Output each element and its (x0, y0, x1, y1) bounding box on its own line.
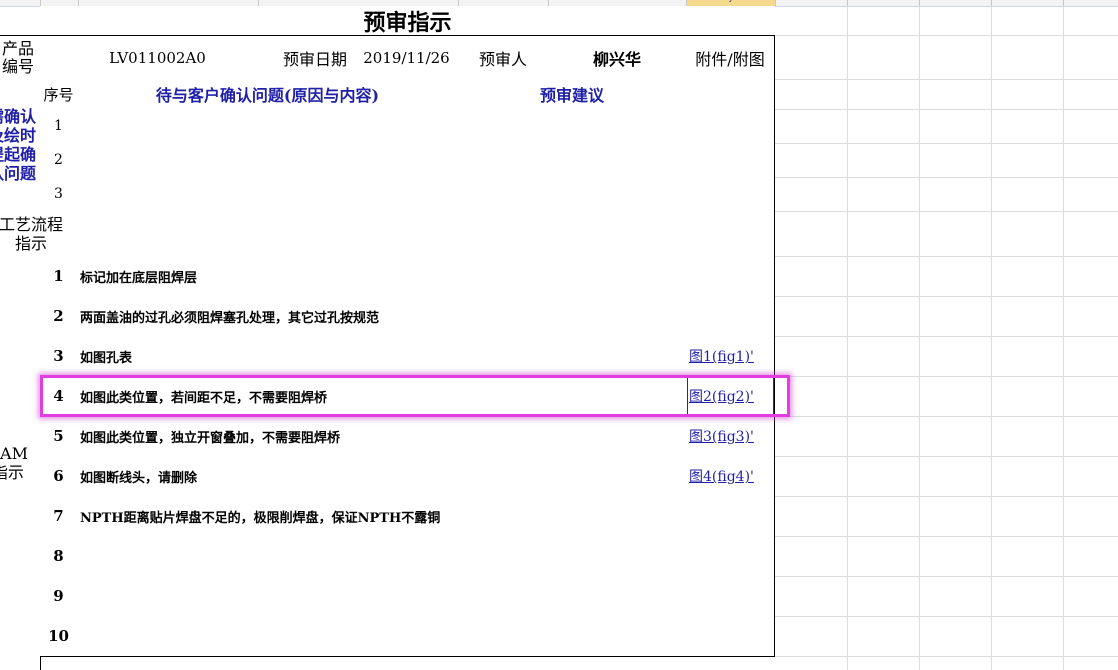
cam-attachment-cell[interactable]: 图2(fig2)' (686, 376, 775, 417)
cam-seq-cell[interactable]: 7 (40, 496, 78, 537)
reviewer-label[interactable]: 预审人 (458, 35, 549, 80)
cam-seq-cell[interactable]: 10 (40, 616, 78, 657)
column-header-d[interactable]: D (40, 0, 78, 5)
confirm-suggestion-cell[interactable] (458, 109, 687, 144)
confirm-section-label[interactable]: 需确认 及绘时 提起确 认问题 (0, 79, 41, 212)
issue-header[interactable]: 待与客户确认问题(原因与内容) (77, 79, 459, 110)
confirm-suggestion-cell[interactable] (458, 177, 687, 212)
figure-link[interactable]: 图2(fig2)' (689, 386, 754, 406)
process-content-cell[interactable] (77, 211, 687, 257)
confirm-seq-cell[interactable]: 1 (40, 109, 78, 144)
seq-header[interactable]: 序号 (40, 79, 78, 110)
column-header-a[interactable]: A (0, 0, 40, 5)
process-attachment-cell[interactable] (686, 211, 775, 257)
attachment-header-cell[interactable] (686, 79, 775, 110)
confirm-suggestion-cell[interactable] (458, 143, 687, 178)
cam-instruction-cell[interactable] (77, 576, 687, 617)
cam-instruction-cell[interactable] (77, 616, 687, 657)
reviewer-value[interactable]: 柳兴华 (548, 35, 687, 80)
cam-instruction-cell[interactable]: 如图此类位置，若间距不足，不需要阻焊桥 (77, 376, 687, 417)
confirm-issue-cell[interactable] (77, 143, 459, 178)
figure-link[interactable]: 图4(fig4)' (689, 466, 754, 486)
product-no-label[interactable]: 产品 编号 (0, 35, 41, 80)
attachment-label[interactable]: 附件/附图 (686, 35, 775, 80)
cam-attachment-cell[interactable] (686, 256, 775, 297)
figure-link[interactable]: 图3(fig3)' (689, 426, 754, 446)
column-header-h[interactable]: H (458, 0, 548, 5)
cam-section-label[interactable]: CAM 指示 (0, 256, 41, 670)
cam-instruction-cell[interactable]: 如图此类位置，独立开窗叠加，不需要阻焊桥 (77, 416, 687, 457)
cam-instruction-cell[interactable]: 如图断线头，请删除 (77, 456, 687, 497)
cam-seq-cell[interactable]: 3 (40, 336, 78, 377)
cam-seq-cell[interactable]: 8 (40, 536, 78, 577)
confirm-seq-cell[interactable]: 3 (40, 177, 78, 212)
cam-attachment-cell[interactable]: 图4(fig4)' (686, 456, 775, 497)
confirm-attachment-cell[interactable] (686, 177, 775, 212)
cam-attachment-cell[interactable] (686, 296, 775, 337)
column-header-l[interactable]: L (847, 0, 919, 5)
cam-instruction-cell[interactable]: NPTH距离贴片焊盘不足的，极限削焊盘，保证NPTH不露铜 (77, 496, 687, 537)
confirm-seq-cell[interactable]: 2 (40, 143, 78, 178)
cam-seq-cell[interactable]: 1 (40, 256, 78, 297)
product-no-value[interactable]: LV011002A0 (40, 35, 276, 80)
column-header-j[interactable]: J (687, 0, 775, 5)
sheet-title[interactable]: 预审指示 (40, 6, 775, 36)
column-header-k[interactable]: K (775, 0, 847, 5)
cam-attachment-cell[interactable] (686, 536, 775, 577)
cam-seq-cell[interactable]: 6 (40, 456, 78, 497)
confirm-issue-cell[interactable] (77, 109, 459, 144)
cam-instruction-cell[interactable] (77, 536, 687, 577)
figure-link[interactable]: 图1(fig1)' (689, 346, 754, 366)
cam-attachment-cell[interactable] (686, 616, 775, 657)
suggestion-header[interactable]: 预审建议 (458, 79, 687, 110)
column-header-m[interactable]: M (919, 0, 991, 5)
column-header-n[interactable]: N (991, 0, 1063, 5)
cam-seq-cell[interactable]: 5 (40, 416, 78, 457)
column-header-e[interactable]: E (78, 0, 258, 5)
column-header-i[interactable]: I (548, 0, 686, 5)
process-label[interactable]: 工艺流程 指示 (0, 211, 78, 257)
cam-attachment-cell[interactable] (686, 496, 775, 537)
cam-instruction-cell[interactable]: 标记加在底层阻焊层 (77, 256, 687, 297)
cam-seq-cell[interactable]: 9 (40, 576, 78, 617)
cam-attachment-cell[interactable] (686, 576, 775, 617)
cam-attachment-cell[interactable]: 图1(fig1)' (686, 336, 775, 377)
cam-seq-cell[interactable]: 2 (40, 296, 78, 337)
cam-instruction-cell[interactable]: 两面盖油的过孔必须阻焊塞孔处理，其它过孔按规范 (77, 296, 687, 337)
confirm-issue-cell[interactable] (77, 177, 459, 212)
confirm-attachment-cell[interactable] (686, 109, 775, 144)
confirm-attachment-cell[interactable] (686, 143, 775, 178)
review-date-label[interactable]: 预审日期 (275, 35, 356, 80)
cam-instruction-cell[interactable]: 如图孔表 (77, 336, 687, 377)
cam-attachment-cell[interactable]: 图3(fig3)' (686, 416, 775, 457)
cam-seq-cell[interactable]: 4 (40, 376, 78, 417)
review-date-value[interactable]: 2019/11/26 (355, 35, 459, 80)
